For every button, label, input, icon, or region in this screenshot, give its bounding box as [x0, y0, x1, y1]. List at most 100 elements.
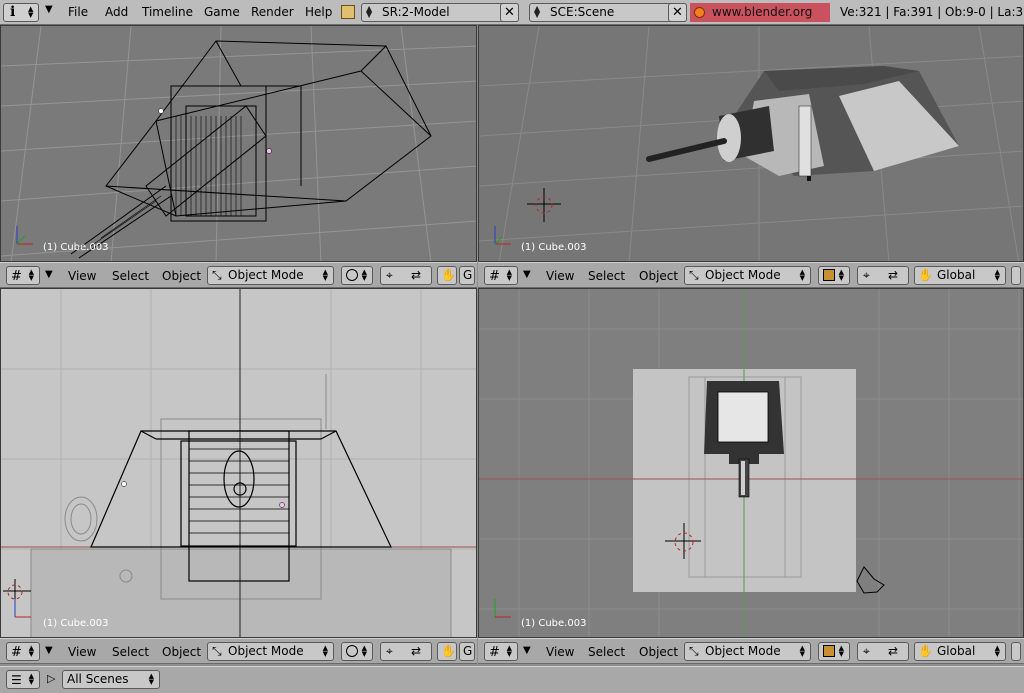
object-mode-icon: ⤡: [212, 644, 222, 658]
pivot-selector[interactable]: ⌖ ⇄: [380, 266, 432, 285]
close-screen-button[interactable]: ✕: [500, 3, 519, 22]
chevron-updown-icon: ▲ ▼: [28, 5, 34, 19]
editor-type-button[interactable]: # ▲ ▼: [484, 642, 518, 661]
hand-icon: ✋: [918, 644, 933, 658]
chevron-updown-icon: ▲ ▼: [148, 672, 154, 686]
pivot-selector[interactable]: ⌖ ⇄: [380, 642, 432, 661]
hand-manipulator-button[interactable]: ✋: [437, 266, 457, 285]
hand-icon: ✋: [441, 644, 456, 658]
mode-selector[interactable]: ⤡ Object Mode ▲ ▼: [684, 642, 811, 661]
collapse-menu-icon[interactable]: ▼: [523, 269, 531, 280]
blender-logo-icon: [694, 7, 705, 18]
scene-filter-selector[interactable]: All Scenes ▲ ▼: [62, 670, 160, 689]
menu-select[interactable]: Select: [588, 269, 625, 283]
chevron-updown-icon: ▲ ▼: [506, 644, 512, 658]
orientation-selector[interactable]: ✋ Global ▲ ▼: [914, 642, 1006, 661]
draw-type-selector[interactable]: ▲ ▼: [341, 642, 373, 661]
menu-object[interactable]: Object: [162, 645, 201, 659]
chevron-updown-icon: ▲ ▼: [28, 672, 34, 686]
manipulator-icon: ⇄: [888, 644, 899, 658]
editor-type-button[interactable]: # ▲ ▼: [6, 266, 40, 285]
menu-view[interactable]: View: [68, 645, 96, 659]
screen-layout-icon[interactable]: [341, 5, 355, 19]
viewport-object-label: (1) Cube.003: [521, 618, 587, 629]
menu-object[interactable]: Object: [639, 269, 678, 283]
draw-type-selector[interactable]: ▲ ▼: [818, 266, 850, 285]
menu-help[interactable]: Help: [305, 5, 332, 20]
close-scene-button[interactable]: ✕: [668, 3, 687, 22]
collapse-menu-icon[interactable]: ▼: [45, 269, 53, 280]
layer-toggle[interactable]: G: [459, 642, 475, 661]
scene-stats: Ve:321 | Fa:391 | Ob:9-0 | La:3: [840, 5, 1024, 19]
mode-selector[interactable]: ⤡ Object Mode ▲ ▼: [684, 266, 811, 285]
editor-type-button[interactable]: # ▲ ▼: [484, 266, 518, 285]
layer-toggle[interactable]: G: [459, 266, 475, 285]
hand-manipulator-button[interactable]: ✋: [437, 642, 457, 661]
info-icon: i: [10, 4, 16, 20]
viewport-bottom-left[interactable]: (1) Cube.003: [0, 288, 477, 638]
draw-type-selector[interactable]: ▲ ▼: [818, 642, 850, 661]
mode-selector[interactable]: ⤡ Object Mode ▲ ▼: [207, 266, 334, 285]
menu-view[interactable]: View: [546, 269, 574, 283]
menu-view[interactable]: View: [68, 269, 96, 283]
pivot-icon: ⌖: [386, 268, 393, 282]
expand-triangle-icon[interactable]: ▷: [47, 672, 55, 685]
orientation-selector[interactable]: ✋ Global ▲ ▼: [914, 266, 1006, 285]
axis-gizmo-icon: [11, 222, 41, 248]
top-menu-bar: i ▲ ▼ ▼ File Add Timeline Game Render Hel…: [0, 0, 1024, 38]
solid-cube-icon: [823, 645, 835, 657]
viewport-top-right[interactable]: (1) Cube.003: [478, 25, 1024, 262]
menu-render[interactable]: Render: [251, 5, 294, 20]
viewport-header-bottom-left: # ▲ ▼ ▼ View Select Object ⤡ Object Mode …: [0, 638, 477, 664]
screen-selector[interactable]: ▲ ▼ SR:2-Model: [361, 3, 519, 22]
chevron-updown-icon: ▲ ▼: [994, 644, 1000, 658]
wireframe-sphere-icon: [346, 269, 358, 281]
editor-type-button[interactable]: # ▲ ▼: [6, 642, 40, 661]
menu-select[interactable]: Select: [112, 269, 149, 283]
collapse-menu-icon[interactable]: ▼: [45, 4, 53, 15]
collapse-menu-icon[interactable]: ▼: [45, 645, 53, 656]
viewport-object-label: (1) Cube.003: [43, 242, 109, 253]
grid-icon: #: [489, 269, 500, 284]
pivot-icon: ⌖: [386, 644, 393, 658]
menu-add[interactable]: Add: [105, 5, 128, 20]
viewport-header-top-right: # ▲ ▼ ▼ View Select Object ⤡ Object Mode …: [478, 262, 1024, 288]
editor-type-button[interactable]: i ▲ ▼: [3, 3, 39, 22]
solid-cube-icon: [823, 269, 835, 281]
pivot-selector[interactable]: ⌖ ⇄: [857, 642, 909, 661]
pivot-icon: ⌖: [863, 644, 870, 658]
manipulator-icon: ⇄: [888, 268, 899, 282]
viewport-object-label: (1) Cube.003: [43, 618, 109, 629]
chevron-updown-icon: ▲ ▼: [28, 644, 34, 658]
bottom-header-bar: ☰ ▲ ▼ ▷ All Scenes ▲ ▼: [0, 666, 1024, 693]
viewport-bottom-right[interactable]: (1) Cube.003: [478, 288, 1024, 638]
header-scroll-handle[interactable]: [1011, 266, 1021, 285]
menu-object[interactable]: Object: [639, 645, 678, 659]
draw-type-selector[interactable]: ▲ ▼: [341, 266, 373, 285]
editor-type-button[interactable]: ☰ ▲ ▼: [6, 670, 40, 689]
chevron-updown-icon: ▲ ▼: [361, 644, 367, 658]
mode-selector[interactable]: ⤡ Object Mode ▲ ▼: [207, 642, 334, 661]
menu-select[interactable]: Select: [588, 645, 625, 659]
menu-object[interactable]: Object: [162, 269, 201, 283]
grid-icon: #: [11, 269, 22, 284]
chevron-updown-icon: ▲ ▼: [799, 644, 805, 658]
menu-timeline[interactable]: Timeline: [142, 5, 193, 20]
chevron-updown-icon: ▲ ▼: [534, 4, 541, 19]
scene-selector[interactable]: ▲ ▼ SCE:Scene: [529, 3, 687, 22]
viewport-header-top-left: # ▲ ▼ ▼ View Select Object ⤡ Object Mode …: [0, 262, 477, 288]
header-scroll-handle[interactable]: [1011, 642, 1021, 661]
menu-view[interactable]: View: [546, 645, 574, 659]
collapse-menu-icon[interactable]: ▼: [523, 645, 531, 656]
outliner-icon: ☰: [11, 673, 22, 687]
chevron-updown-icon: ▲ ▼: [506, 268, 512, 282]
menu-game[interactable]: Game: [204, 5, 240, 20]
viewport-top-left[interactable]: (1) Cube.003: [0, 25, 477, 262]
menu-file[interactable]: File: [68, 5, 88, 20]
chevron-updown-icon: ▲ ▼: [322, 644, 328, 658]
pivot-selector[interactable]: ⌖ ⇄: [857, 266, 909, 285]
chevron-updown-icon: ▲ ▼: [838, 268, 844, 282]
viewport-header-bottom-right: # ▲ ▼ ▼ View Select Object ⤡ Object Mode …: [478, 638, 1024, 664]
menu-select[interactable]: Select: [112, 645, 149, 659]
axis-gizmo-icon: [489, 595, 519, 621]
